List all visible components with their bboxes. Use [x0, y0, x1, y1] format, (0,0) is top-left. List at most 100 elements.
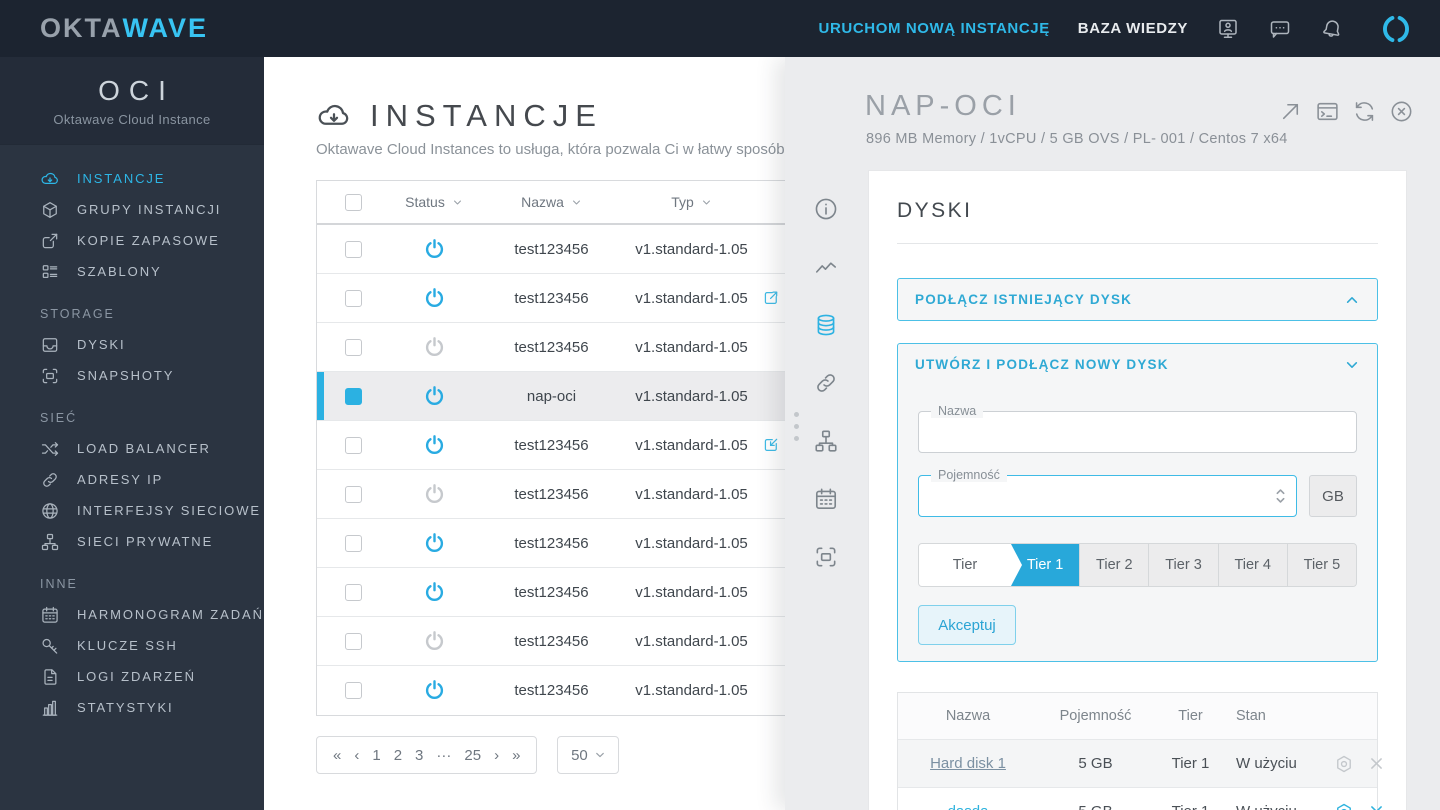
disk-row[interactable]: Hard disk 1 5 GB Tier 1 W użyciu [898, 739, 1382, 787]
table-row[interactable]: test123456 v1.standard-1.05 [317, 470, 835, 519]
sidebar-item-load-balancer[interactable]: LOAD BALANCER [0, 433, 264, 464]
power-icon[interactable] [422, 531, 447, 556]
row-checkbox[interactable] [344, 338, 362, 356]
avatar-logo-icon[interactable] [1378, 11, 1414, 47]
row-checkbox[interactable] [344, 485, 362, 503]
table-row[interactable]: test123456 v1.standard-1.05 [317, 666, 835, 715]
sidebar-item-interfejsy-sieciowe[interactable]: INTERFEJSY SIECIOWE [0, 495, 264, 526]
tier-option[interactable]: Tier 4 [1217, 544, 1287, 586]
support-icon[interactable] [1216, 17, 1240, 41]
info-icon[interactable] [813, 196, 839, 222]
table-row[interactable]: test123456 v1.standard-1.05 [317, 225, 835, 274]
disk-settings-icon[interactable] [1333, 801, 1355, 810]
panel-resize-handle[interactable] [794, 412, 799, 441]
page-button[interactable]: 3 [415, 747, 423, 764]
attach-existing-disk-header[interactable]: PODŁĄCZ ISTNIEJĄCY DYSK [898, 279, 1377, 320]
console-icon[interactable] [1315, 99, 1340, 124]
power-icon[interactable] [422, 678, 447, 703]
sidebar-item-kopie-zapasowe[interactable]: KOPIE ZAPASOWE [0, 225, 264, 256]
sidebar-item-snapshoty[interactable]: SNAPSHOTY [0, 360, 264, 391]
power-icon[interactable] [422, 580, 447, 605]
network-icon[interactable] [813, 428, 839, 454]
row-checkbox[interactable] [344, 534, 362, 552]
table-row[interactable]: test123456 v1.standard-1.05 [317, 274, 835, 323]
disk-detach-icon[interactable] [1368, 803, 1385, 810]
table-row[interactable]: test123456 v1.standard-1.05 [317, 568, 835, 617]
disk-settings-icon[interactable] [1333, 753, 1355, 775]
column-header-nazwa[interactable]: Nazwa [479, 194, 624, 210]
row-checkbox[interactable] [344, 289, 362, 307]
row-checkbox[interactable] [344, 240, 362, 258]
sidebar-item-klucze-ssh[interactable]: KLUCZE SSH [0, 630, 264, 661]
table-row[interactable]: test123456 v1.standard-1.05 [317, 617, 835, 666]
sidebar-item-szablony[interactable]: SZABLONY [0, 256, 264, 287]
power-icon[interactable] [422, 237, 447, 262]
page-button[interactable]: ‹ [354, 747, 359, 764]
row-checkbox[interactable] [344, 387, 362, 405]
disk-row[interactable]: dasda 5 GB Tier 1 W użyciu [898, 787, 1382, 810]
page-button[interactable]: › [494, 747, 499, 764]
row-checkbox[interactable] [344, 583, 362, 601]
chat-icon[interactable] [1268, 17, 1292, 41]
oktawave-logo[interactable]: OKTA WAVE [40, 13, 208, 44]
table-row[interactable]: test123456 v1.standard-1.05 [317, 323, 835, 372]
sidebar-item-sieci-prywatne[interactable]: SIECI PRYWATNE [0, 526, 264, 557]
tier-option[interactable]: Tier 3 [1148, 544, 1218, 586]
disk-name-link[interactable]: Hard disk 1 [930, 755, 1006, 772]
bell-icon[interactable] [1320, 17, 1344, 41]
power-icon[interactable] [422, 482, 447, 507]
tier-option[interactable]: Tier 2 [1079, 544, 1149, 586]
column-header-typ[interactable]: Typ [624, 194, 759, 210]
page-size-select[interactable]: 50 [557, 736, 620, 774]
refresh-icon[interactable] [1352, 99, 1377, 124]
sidebar-item-logi-zdarzen[interactable]: LOGI ZDARZEŃ [0, 661, 264, 692]
select-all-checkbox[interactable] [344, 193, 362, 211]
chevron-down-icon [571, 197, 582, 208]
column-header-status[interactable]: Status [389, 194, 479, 210]
page-button[interactable]: « [333, 747, 341, 764]
close-circle-icon[interactable] [1389, 99, 1414, 124]
sidebar-header: OCI Oktawave Cloud Instance [0, 57, 264, 145]
open-in-new-icon[interactable] [1278, 99, 1303, 124]
page-button[interactable]: ··· [436, 747, 451, 764]
chart-icon[interactable] [813, 254, 839, 280]
page-button[interactable]: 1 [372, 747, 380, 764]
table-row[interactable]: test123456 v1.standard-1.05 [317, 519, 835, 568]
chain-icon[interactable] [813, 370, 839, 396]
table-row[interactable]: test123456 v1.standard-1.05 [317, 421, 835, 470]
row-checkbox[interactable] [344, 632, 362, 650]
sidebar-item-instancje[interactable]: INSTANCJE [0, 163, 264, 194]
launch-new-instance-link[interactable]: URUCHOM NOWĄ INSTANCJĘ [819, 20, 1050, 37]
power-icon[interactable] [422, 629, 447, 654]
import-icon[interactable] [761, 435, 781, 455]
create-new-disk-header[interactable]: UTWÓRZ I PODŁĄCZ NOWY DYSK [898, 344, 1377, 385]
sidebar-item-adresy-ip[interactable]: ADRESY IP [0, 464, 264, 495]
capacity-input[interactable] [919, 476, 1296, 516]
power-icon[interactable] [422, 286, 447, 311]
name-input[interactable] [919, 412, 1356, 452]
table-row[interactable]: nap-oci v1.standard-1.05 [317, 372, 835, 421]
row-checkbox[interactable] [344, 682, 362, 699]
tier-option[interactable]: Tier 5 [1286, 544, 1356, 586]
power-icon[interactable] [422, 335, 447, 360]
page-button[interactable]: » [512, 747, 520, 764]
knowledge-base-link[interactable]: BAZA WIEDZY [1078, 20, 1188, 37]
disk-name-link[interactable]: dasda [948, 803, 989, 810]
page-button[interactable]: 2 [394, 747, 402, 764]
disk-detach-icon[interactable] [1368, 755, 1385, 772]
sidebar-item-grupy-instancji[interactable]: GRUPY INSTANCJI [0, 194, 264, 225]
open-console-icon[interactable] [761, 288, 781, 308]
power-icon[interactable] [422, 384, 447, 409]
page-button[interactable]: 25 [464, 747, 481, 764]
row-checkbox[interactable] [344, 436, 362, 454]
number-stepper-icon[interactable] [1274, 486, 1287, 506]
sidebar-item-dyski[interactable]: DYSKI [0, 329, 264, 360]
disks-icon[interactable] [813, 312, 839, 338]
sidebar-item-statystyki[interactable]: STATYSTYKI [0, 692, 264, 723]
accept-button[interactable]: Akceptuj [918, 605, 1016, 645]
snapshot-icon[interactable] [813, 544, 839, 570]
power-icon[interactable] [422, 433, 447, 458]
cloud-icon [40, 169, 60, 189]
sidebar-item-harmonogram-zadan[interactable]: HARMONOGRAM ZADAŃ [0, 599, 264, 630]
calendar-icon[interactable] [813, 486, 839, 512]
